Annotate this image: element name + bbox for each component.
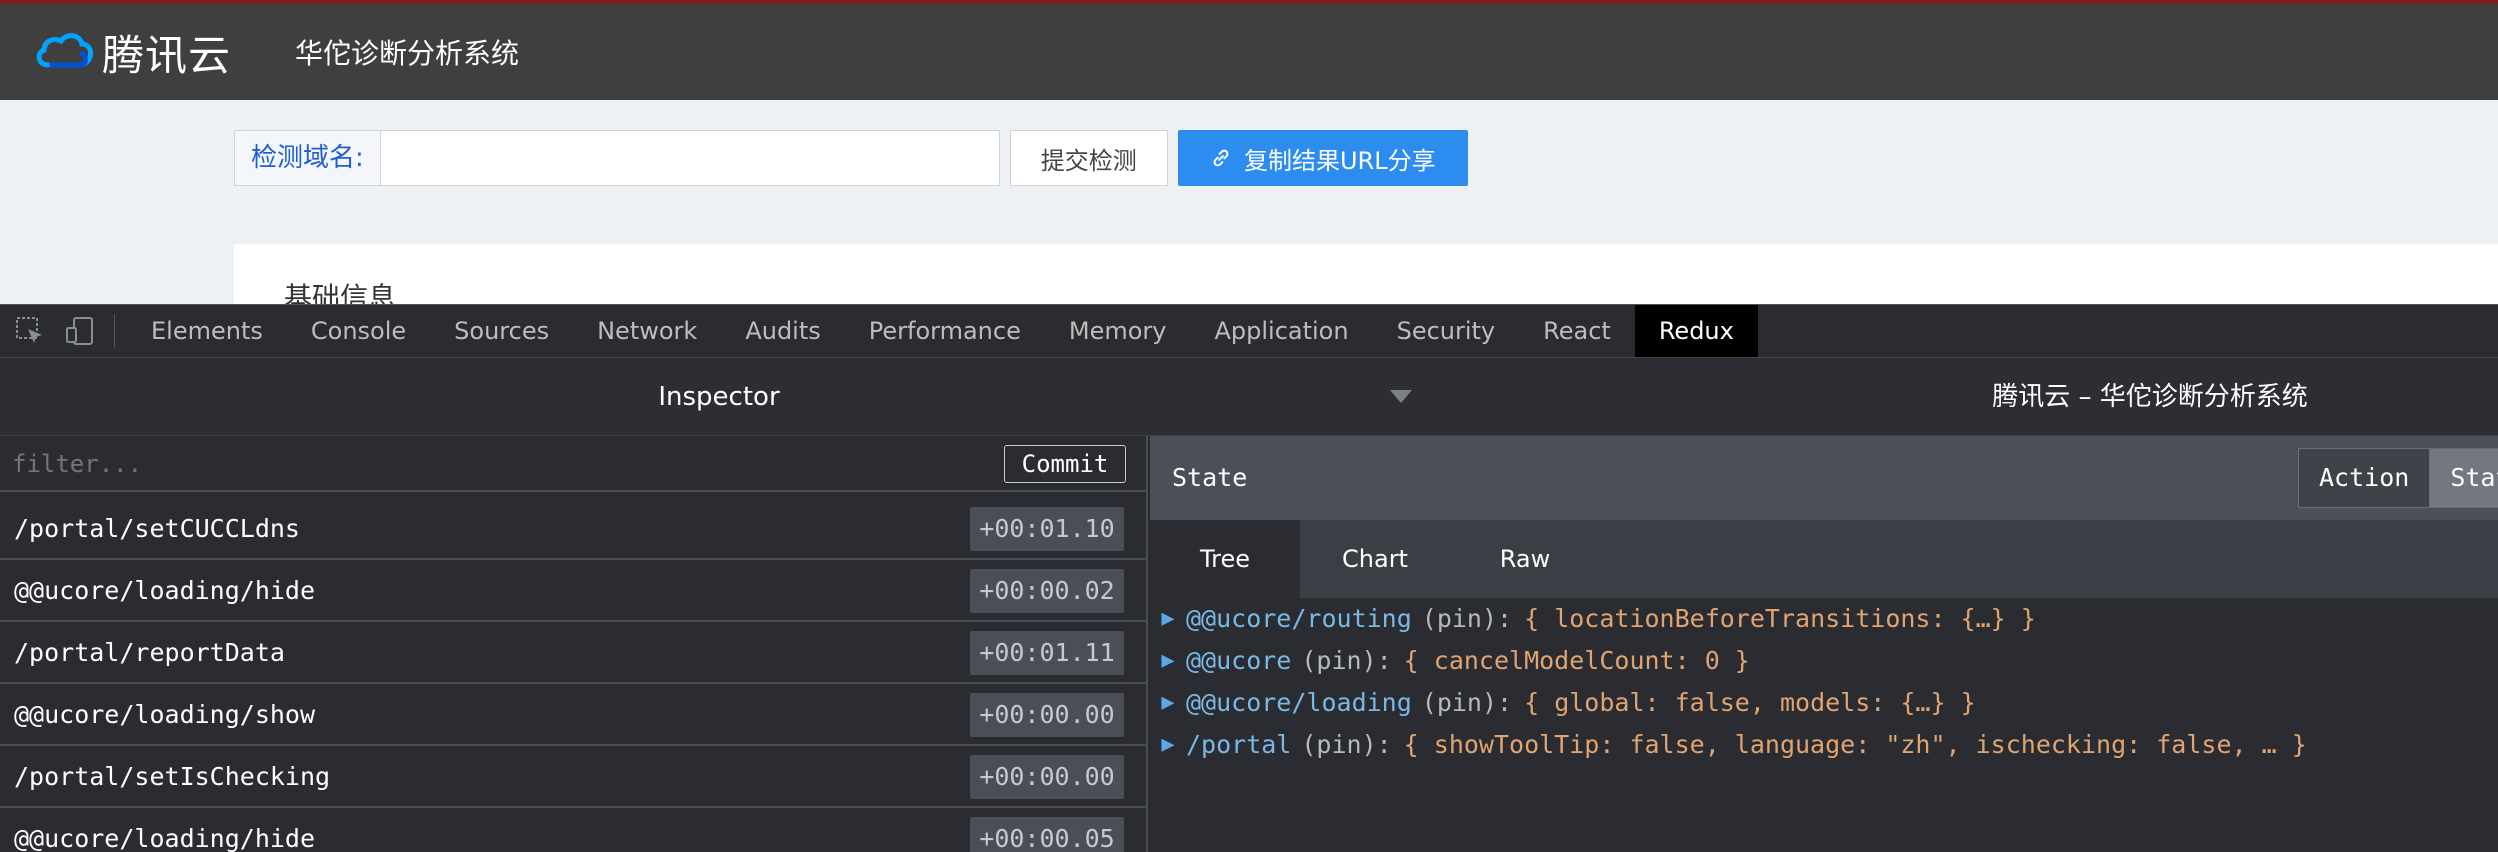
tree-node[interactable]: ▶ @@ucore/routing (pin): { locationBefor… [1150, 598, 2498, 640]
commit-button[interactable]: Commit [1004, 445, 1126, 483]
instance-select[interactable]: 腾讯云 – 华佗诊断分析系统 [1900, 358, 2400, 436]
action-list: /portal/setCUCCLdns +00:01.10 @@ucore/lo… [0, 498, 1146, 852]
tree-key: /portal [1186, 730, 1292, 759]
state-header: State Action State [1150, 436, 2498, 520]
tab-tree[interactable]: Tree [1150, 520, 1300, 598]
action-time: +00:00.05 [970, 817, 1124, 852]
tree-key: @@ucore/routing [1186, 604, 1412, 633]
share-button-label: 复制结果URL分享 [1243, 146, 1436, 175]
tab-audits[interactable]: Audits [721, 305, 844, 357]
tree-value: { locationBeforeTransitions: {…} } [1524, 604, 2036, 633]
tree-pin: (pin): [1301, 646, 1392, 675]
expand-arrow-icon[interactable]: ▶ [1150, 724, 1186, 766]
action-filter-input[interactable] [12, 444, 992, 484]
devtools-tabbar: Elements Console Sources Network Audits … [0, 304, 2498, 358]
list-item[interactable]: /portal/reportData +00:01.11 [0, 622, 1146, 684]
action-name: @@ucore/loading/hide [14, 824, 316, 852]
tab-network[interactable]: Network [573, 305, 721, 357]
list-item[interactable]: @@ucore/loading/show +00:00.00 [0, 684, 1146, 746]
domain-label: 检测域名: [234, 130, 380, 186]
action-name: /portal/reportData [14, 638, 285, 667]
monitor-select[interactable]: Inspector [0, 358, 1438, 436]
action-name: @@ucore/loading/show [14, 700, 316, 729]
tab-sources[interactable]: Sources [430, 305, 573, 357]
system-name: 华佗诊断分析系统 [295, 37, 520, 70]
tree-value: { global: false, models: {…} } [1524, 688, 1976, 717]
action-time: +00:00.02 [970, 569, 1124, 613]
action-name: @@ucore/loading/hide [14, 576, 316, 605]
tencent-cloud-icon [36, 33, 93, 68]
tree-pin: (pin): [1421, 604, 1513, 633]
devtools-panel: Elements Console Sources Network Audits … [0, 304, 2498, 852]
expand-arrow-icon[interactable]: ▶ [1150, 598, 1186, 640]
tree-node[interactable]: ▶ /portal (pin): { showToolTip: false, l… [1150, 724, 2498, 766]
brand-name: 腾讯云 [102, 30, 232, 80]
search-row: 检测域名: 提交检测 复制结果URL分享 [234, 130, 1468, 186]
action-time: +00:00.00 [970, 755, 1124, 799]
tab-redux[interactable]: Redux [1634, 305, 1758, 357]
copy-share-url-button[interactable]: 复制结果URL分享 [1177, 130, 1468, 186]
action-time: +00:01.10 [970, 507, 1124, 551]
expand-arrow-icon[interactable]: ▶ [1150, 640, 1186, 682]
submit-check-button[interactable]: 提交检测 [1009, 130, 1168, 186]
view-tabs: Tree Chart Raw [1150, 520, 2498, 598]
chevron-down-icon[interactable] [1390, 390, 1412, 403]
state-pane: State Action State Tree Chart Raw ▶ @@uc… [1150, 436, 2498, 852]
filter-row: Commit [0, 436, 1146, 492]
redux-monitor-bar: Inspector 腾讯云 – 华佗诊断分析系统 [0, 358, 2498, 436]
tab-performance[interactable]: Performance [845, 305, 1045, 357]
page-content: 检测域名: 提交检测 复制结果URL分享 基础信息 [0, 100, 2498, 314]
toolbar-divider [114, 314, 115, 348]
action-list-pane: Commit /portal/setCUCCLdns +00:01.10 @@u… [0, 436, 1148, 852]
action-toggle-button[interactable]: Action [2298, 448, 2431, 508]
action-name: /portal/setIsChecking [14, 762, 331, 791]
action-state-toggle: Action State [2298, 448, 2498, 508]
tab-application[interactable]: Application [1190, 305, 1372, 357]
tree-node[interactable]: ▶ @@ucore/loading (pin): { global: false… [1150, 682, 2498, 724]
list-item[interactable]: @@ucore/loading/hide +00:00.02 [0, 560, 1146, 622]
tree-pin: (pin): [1421, 688, 1513, 717]
tree-value: { showToolTip: false, language: "zh", is… [1403, 730, 2307, 759]
domain-input[interactable] [379, 130, 1000, 186]
brand-logo[interactable]: 腾讯云 [34, 22, 231, 83]
action-time: +00:00.00 [970, 693, 1124, 737]
basic-info-card: 基础信息 [234, 244, 2498, 314]
list-item[interactable]: /portal/setIsChecking +00:00.00 [0, 746, 1146, 808]
tab-security[interactable]: Security [1373, 305, 1520, 357]
tab-memory[interactable]: Memory [1045, 305, 1191, 357]
tree-value: { cancelModelCount: 0 } [1403, 646, 1750, 675]
inspect-element-icon[interactable] [10, 311, 50, 351]
tab-elements[interactable]: Elements [127, 305, 287, 357]
tab-console[interactable]: Console [287, 305, 430, 357]
tab-chart[interactable]: Chart [1300, 520, 1450, 598]
action-time: +00:01.11 [970, 631, 1124, 675]
list-item[interactable]: @@ucore/loading/hide +00:00.05 [0, 808, 1146, 852]
tab-react[interactable]: React [1519, 305, 1635, 357]
list-item[interactable]: /portal/setCUCCLdns +00:01.10 [0, 498, 1146, 560]
expand-arrow-icon[interactable]: ▶ [1150, 682, 1186, 724]
state-toggle-button[interactable]: State [2430, 448, 2498, 508]
link-icon [1213, 149, 1229, 167]
tree-node[interactable]: ▶ @@ucore (pin): { cancelModelCount: 0 } [1150, 640, 2498, 682]
tree-key: @@ucore [1186, 646, 1292, 675]
app-header: 腾讯云 华佗诊断分析系统 [0, 0, 2498, 100]
device-toolbar-icon[interactable] [60, 311, 100, 351]
tree-pin: (pin): [1301, 730, 1392, 759]
state-tree: ▶ @@ucore/routing (pin): { locationBefor… [1150, 598, 2498, 766]
tree-key: @@ucore/loading [1186, 688, 1412, 717]
action-name: /portal/setCUCCLdns [14, 514, 300, 543]
tab-raw[interactable]: Raw [1450, 520, 1600, 598]
pane-title: State [1172, 463, 1248, 492]
